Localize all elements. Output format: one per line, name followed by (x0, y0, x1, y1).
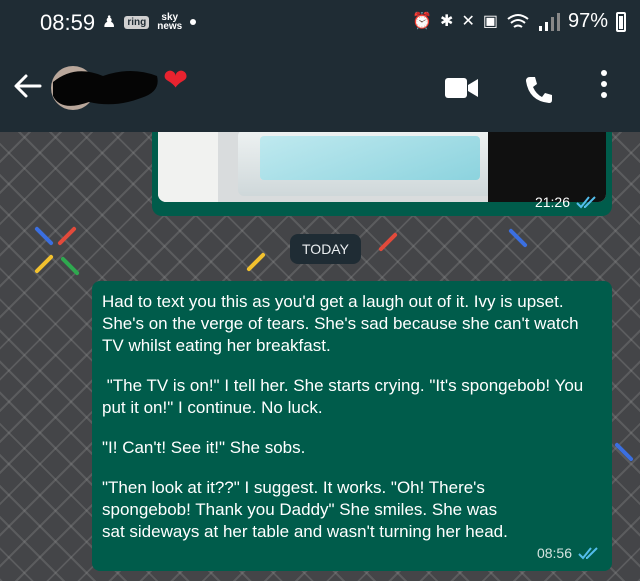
photo-dark-object (488, 132, 606, 202)
battery-icon (616, 11, 626, 32)
date-separator: TODAY (290, 234, 361, 264)
image-message-meta: 21:26 (535, 194, 598, 210)
bathtub-photo[interactable] (158, 132, 606, 202)
message-paragraph: "Then look at it??" I suggest. It works.… (102, 478, 508, 541)
status-bar: 08:59 ♟ ring sky news ⏰ ✱ ✕ ▣ 97% (0, 0, 640, 46)
wallpaper-streak (614, 442, 634, 462)
wallpaper-streak (508, 228, 528, 248)
sky-news-icon: sky news (157, 13, 183, 32)
status-time: 08:59 (40, 10, 96, 35)
chat-header: ❤ (0, 46, 640, 132)
wallpaper-streak (378, 232, 398, 252)
wallpaper-streak (60, 256, 80, 276)
video-call-icon[interactable] (444, 76, 480, 100)
outgoing-message[interactable]: Had to text you this as you'd get a laug… (92, 281, 612, 571)
person-icon: ♟ (102, 14, 117, 31)
message-paragraph: "I! Can't! See it!" She sobs. (102, 438, 306, 457)
message-meta: 08:56 (537, 545, 600, 561)
sky-bottom: news (157, 21, 183, 32)
wifi-icon (507, 13, 529, 28)
alarm-icon: ⏰ (412, 12, 433, 30)
signal-icon (538, 12, 560, 31)
photo-wall (158, 132, 218, 202)
data-saver-icon: ▣ (482, 12, 498, 30)
wallpaper-streak (34, 226, 54, 246)
more-options-icon[interactable] (598, 70, 610, 104)
heart-emoji: ❤ (163, 64, 189, 97)
image-message-time: 21:26 (534, 194, 570, 210)
phone-icon[interactable] (523, 74, 555, 106)
image-message[interactable]: 21:26 (152, 132, 612, 216)
system-icons: ⏰ ✱ ✕ ▣ 97% (412, 10, 626, 33)
wallpaper-streak (57, 226, 77, 246)
double-check-icon (576, 196, 596, 209)
message-time: 08:56 (536, 545, 572, 561)
wallpaper-streak (246, 252, 266, 272)
notification-dot-icon (190, 19, 197, 25)
ring-app-icon: ring (124, 15, 150, 29)
message-paragraph: "The TV is on!" I tell her. She starts c… (102, 376, 588, 417)
double-check-icon (578, 547, 598, 560)
wallpaper-streak (34, 254, 54, 274)
photo-water (260, 136, 480, 180)
mute-icon: ✕ (461, 12, 475, 30)
battery-percent: 97% (567, 10, 608, 32)
back-arrow-icon[interactable] (10, 68, 46, 104)
notification-icons: ♟ ring sky news (102, 12, 197, 32)
bluetooth-icon: ✱ (440, 12, 454, 30)
message-paragraph: Had to text you this as you'd get a laug… (102, 292, 584, 355)
contact-avatar-redacted[interactable] (45, 62, 160, 114)
chat-area[interactable]: 21:26 TODAY Had to text you this as you'… (0, 132, 640, 581)
